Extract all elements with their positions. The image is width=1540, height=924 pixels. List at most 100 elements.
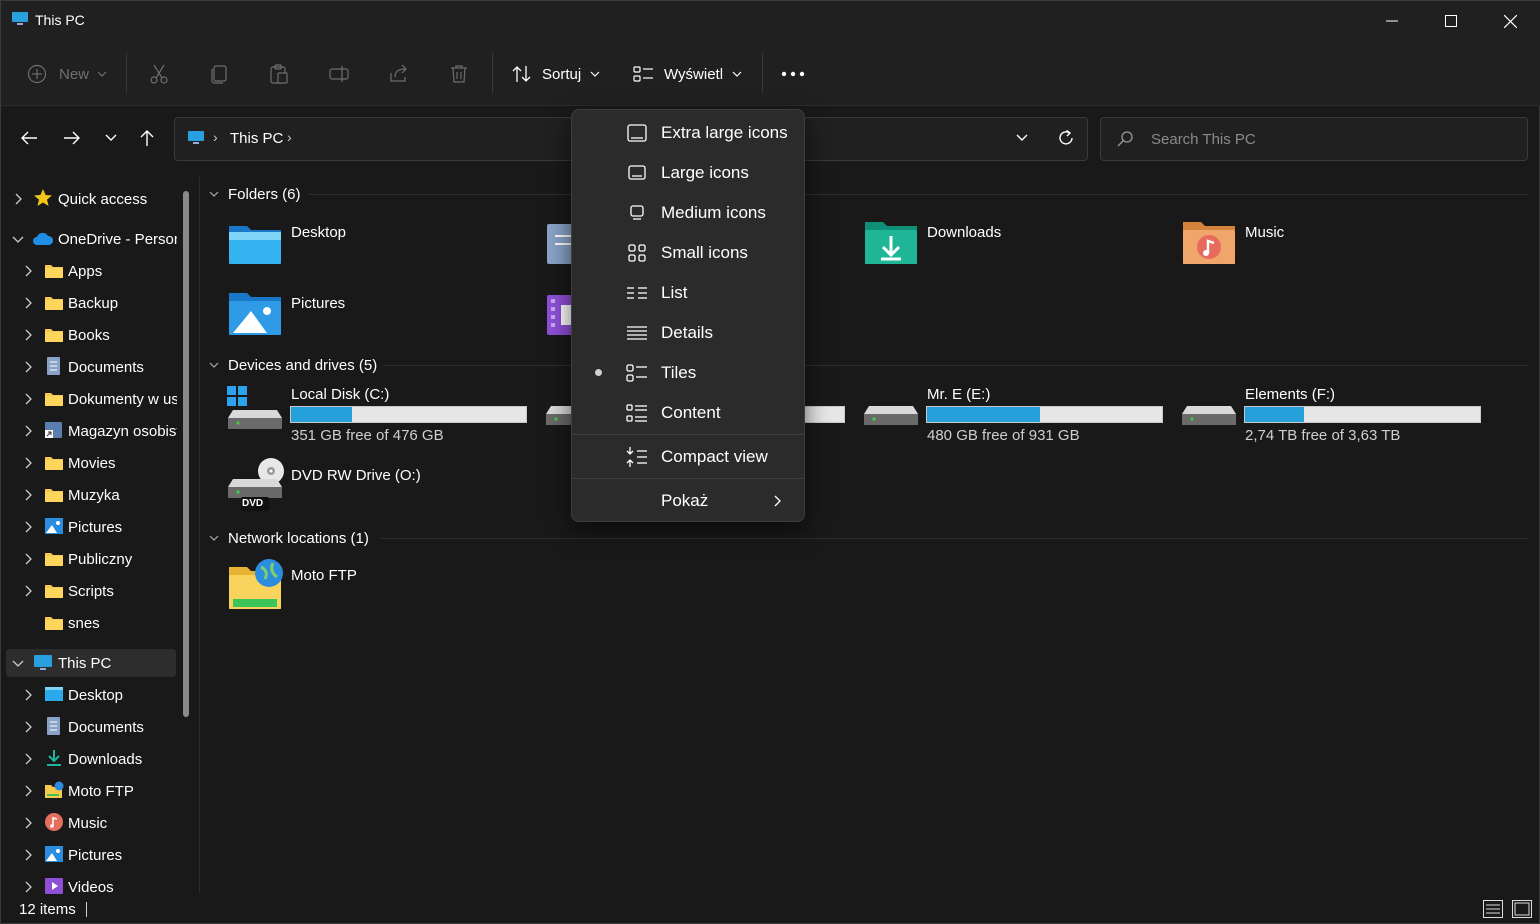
menu-item-label: Compact view [661, 447, 768, 466]
menu-item-show[interactable]: Pokaż [576, 482, 802, 520]
sidebar-item-scripts[interactable]: Scripts [1, 577, 177, 605]
sidebar-item-onedrive[interactable]: OneDrive - Personal [1, 225, 177, 253]
menu-item-content[interactable]: Content [576, 394, 802, 432]
group-header-devices[interactable]: Devices and drives (5) [209, 354, 377, 376]
folder-icon [45, 265, 63, 278]
sidebar-item-dokumenty[interactable]: Dokumenty w usłudze [1, 385, 177, 413]
sidebar-item-moto-ftp[interactable]: Moto FTP [1, 777, 177, 805]
back-button[interactable] [13, 121, 45, 155]
new-button[interactable]: New [27, 57, 107, 91]
pane-divider[interactable] [199, 177, 200, 893]
sidebar-item-pictures-pc[interactable]: Pictures [1, 841, 177, 869]
sidebar-item-muzyka[interactable]: Muzyka [1, 481, 177, 509]
chevron-down-icon [12, 660, 24, 667]
menu-item-compact-view[interactable]: Compact view [576, 438, 802, 476]
folder-icon [45, 297, 63, 310]
group-header-folders[interactable]: Folders (6) [209, 183, 301, 205]
rename-button[interactable] [328, 57, 350, 91]
menu-item-label: Extra large icons [661, 123, 788, 142]
sidebar-item-publiczny[interactable]: Publiczny [1, 545, 177, 573]
breadcrumb-this-pc[interactable]: This PC [230, 130, 283, 147]
vault-icon [45, 422, 62, 438]
menu-item-tiles[interactable]: Tiles [576, 354, 802, 392]
drive-tile-d[interactable] [545, 384, 571, 448]
sidebar-item-magazyn[interactable]: Magazyn osobisty [1, 417, 177, 445]
desktop-icon [45, 687, 63, 701]
share-button[interactable] [388, 57, 410, 91]
menu-item-extra-large-icons[interactable]: Extra large icons [576, 114, 802, 152]
cut-button[interactable] [148, 57, 170, 91]
rename-icon [329, 66, 349, 82]
close-icon [1503, 14, 1517, 28]
sidebar-item-apps[interactable]: Apps [1, 257, 177, 285]
search-icon [1117, 131, 1133, 147]
maximize-button[interactable] [1422, 1, 1480, 41]
sidebar-item-label: Pictures [68, 519, 123, 536]
more-options-button[interactable] [781, 57, 805, 91]
folder-tile-documents[interactable] [545, 216, 571, 272]
maximize-icon [1445, 15, 1457, 27]
sidebar-item-documents[interactable]: Documents [1, 353, 177, 381]
drive-tile-e[interactable]: Mr. E (E:) 480 GB free of 931 GB [863, 384, 1173, 448]
network-tile-moto-ftp[interactable]: Moto FTP [227, 557, 527, 615]
sidebar-item-desktop[interactable]: Desktop [1, 681, 177, 709]
chevron-down-icon [732, 71, 742, 77]
sidebar-item-music[interactable]: Music [1, 809, 177, 837]
drive-tile-c[interactable]: Local Disk (C:) 351 GB free of 476 GB [227, 384, 537, 448]
view-button[interactable]: Wyświetl [633, 57, 742, 91]
sidebar-item-this-pc[interactable]: This PC [6, 649, 176, 677]
drive-free-space: 480 GB free of 931 GB [927, 427, 1080, 444]
menu-item-small-icons[interactable]: Small icons [576, 234, 802, 272]
paste-button[interactable] [268, 57, 290, 91]
sidebar-item-pictures[interactable]: Pictures [1, 513, 177, 541]
sidebar-item-documents-pc[interactable]: Documents [1, 713, 177, 741]
drive-label: Mr. E (E:) [927, 386, 991, 403]
menu-item-large-icons[interactable]: Large icons [576, 154, 802, 192]
up-button[interactable] [131, 121, 163, 155]
menu-item-medium-icons[interactable]: Medium icons [576, 194, 802, 232]
details-view-toggle[interactable] [1483, 900, 1503, 918]
group-header-network[interactable]: Network locations (1) [209, 527, 369, 549]
network-folder-icon [45, 781, 64, 798]
sort-button[interactable]: Sortuj [511, 57, 600, 91]
folder-tile-music[interactable]: Music [1181, 216, 1481, 272]
sidebar-item-quick-access[interactable]: Quick access [1, 185, 177, 213]
status-divider [86, 902, 87, 917]
sidebar-item-books[interactable]: Books [1, 321, 177, 349]
refresh-icon[interactable] [1057, 129, 1075, 147]
chevron-down-icon[interactable] [1016, 134, 1028, 142]
sidebar-item-backup[interactable]: Backup [1, 289, 177, 317]
drive-tile-f[interactable]: Elements (F:) 2,74 TB free of 3,63 TB [1181, 384, 1491, 448]
folder-tile-pictures[interactable]: Pictures [227, 287, 527, 343]
file-explorer-window: This PC New Sortuj Wyświetl › This PC › … [0, 0, 1540, 924]
minimize-button[interactable] [1363, 1, 1421, 41]
group-divider [383, 365, 1528, 366]
status-bar: 12 items [1, 893, 1540, 924]
chevron-right-icon [25, 393, 32, 405]
forward-button[interactable] [56, 121, 88, 155]
view-label: Wyświetl [664, 65, 724, 83]
search-input[interactable]: Search This PC [1151, 131, 1256, 148]
folder-tile-downloads[interactable]: Downloads [863, 216, 1163, 272]
large-icons-view-toggle[interactable] [1512, 900, 1532, 918]
menu-item-list[interactable]: List [576, 274, 802, 312]
folder-tile-videos[interactable] [545, 287, 571, 343]
sidebar-scrollbar[interactable] [183, 191, 189, 717]
sidebar-item-label: Books [68, 327, 110, 344]
chevron-down-icon [209, 535, 219, 541]
copy-button[interactable] [208, 57, 230, 91]
chevron-right-icon [25, 753, 32, 765]
recent-locations-button[interactable] [95, 121, 127, 155]
search-box[interactable]: Search This PC [1100, 117, 1528, 161]
sidebar-item-movies[interactable]: Movies [1, 449, 177, 477]
close-button[interactable] [1481, 1, 1539, 41]
sidebar-item-snes[interactable]: snes [1, 609, 177, 637]
delete-button[interactable] [448, 57, 470, 91]
menu-item-details[interactable]: Details [576, 314, 802, 352]
tile-label: Music [1245, 224, 1285, 241]
drive-tile-dvd[interactable]: DVD DVD RW Drive (O:) [227, 457, 537, 515]
sidebar-item-downloads[interactable]: Downloads [1, 745, 177, 773]
folder-icon [45, 393, 63, 406]
folder-tile-desktop[interactable]: Desktop [227, 216, 527, 272]
arrow-left-icon [21, 131, 37, 145]
